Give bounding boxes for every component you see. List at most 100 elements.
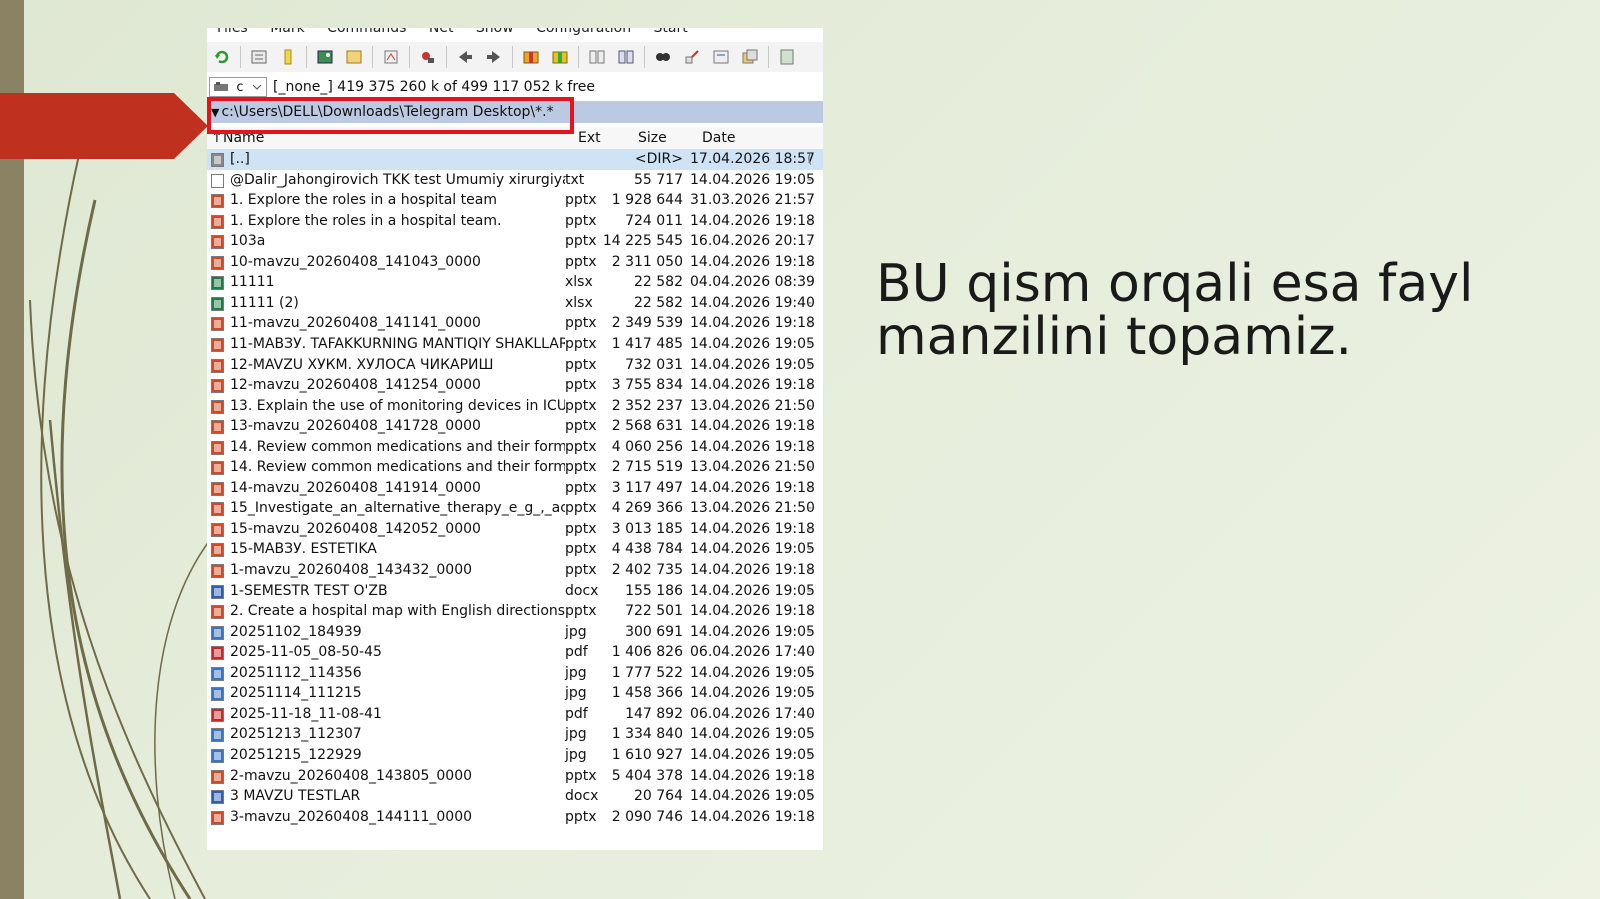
file-size: 14 225 545 xyxy=(602,233,683,250)
file-ext: pptx xyxy=(565,233,597,250)
file-row[interactable]: 14. Review common medications and their … xyxy=(207,437,823,458)
back-icon[interactable] xyxy=(454,46,476,68)
menu-start[interactable]: Start xyxy=(654,28,688,36)
archive-icon[interactable] xyxy=(520,46,542,68)
pptx-file-icon xyxy=(211,255,224,270)
file-name: 20251215_122929 xyxy=(230,746,362,763)
file-date: 17.04.2026 18:57 xyxy=(690,151,815,167)
file-row[interactable]: 2-mavzu_20260408_143805_0000 pptx 5 404 37… xyxy=(207,766,823,787)
file-row[interactable]: 103a pptx 14 225 545 16.04.2026 20:17- xyxy=(207,231,823,252)
file-row[interactable]: 1-SEMESTR TEST O'ZB docx 155 186 14.04.2026… xyxy=(207,581,823,602)
pptx-file-icon xyxy=(211,543,224,558)
file-row[interactable]: 1. Explore the roles in a hospital team.… xyxy=(207,211,823,232)
file-row[interactable]: 20251114_111215 jpg 1 458 366 14.04.2026 19… xyxy=(207,683,823,704)
menu-files[interactable]: Files xyxy=(217,28,248,36)
file-date: 06.04.2026 17:40 xyxy=(690,705,815,722)
pptx-file-icon xyxy=(211,235,224,250)
forward-icon[interactable] xyxy=(483,46,505,68)
pptx-file-icon xyxy=(211,605,224,620)
file-name: 1-mavzu_20260408_143432_0000 xyxy=(230,562,473,578)
column-ext[interactable]: Ext xyxy=(578,130,601,146)
search-icon[interactable] xyxy=(652,46,674,68)
file-ext: pptx xyxy=(565,438,597,455)
file-row[interactable]: 13. Explain the use of monitoring device… xyxy=(207,396,823,417)
unpack-icon[interactable] xyxy=(549,46,571,68)
refresh-icon[interactable] xyxy=(211,46,233,68)
menu-commands[interactable]: Commands xyxy=(327,28,406,36)
column-date[interactable]: Date xyxy=(702,130,735,146)
column-size[interactable]: Size xyxy=(638,130,667,146)
toolbar-separator xyxy=(409,46,410,68)
file-row[interactable]: 11-mavzu_20260408_141141_0000 pptx 2 349 5… xyxy=(207,313,823,334)
file-row[interactable]: 20251102_184939 jpg 300 691 14.04.2026 19:0… xyxy=(207,622,823,643)
file-date: 14.04.2026 19:18 xyxy=(690,603,815,620)
compare-dirs-icon[interactable] xyxy=(615,46,637,68)
copy-names-icon[interactable] xyxy=(739,46,761,68)
drive-select[interactable]: c xyxy=(209,77,267,97)
file-end: - xyxy=(807,685,813,702)
menu-mark[interactable]: Mark xyxy=(270,28,305,36)
ftp-icon[interactable] xyxy=(710,46,732,68)
notepad-icon[interactable] xyxy=(776,46,798,68)
multi-rename-icon[interactable] xyxy=(681,46,703,68)
file-size: 5 404 378 xyxy=(611,767,683,784)
file-row[interactable]: 15_Investigate_an_alternative_therapy_e_… xyxy=(207,498,823,519)
thumbnail-icon[interactable] xyxy=(314,46,336,68)
file-date: 14.04.2026 19:05 xyxy=(690,623,815,640)
pptx-file-icon xyxy=(211,420,224,435)
file-row[interactable]: 10-mavzu_20260408_141043_0000 pptx 2 311 0… xyxy=(207,252,823,273)
file-size: 3 755 834 xyxy=(611,377,683,394)
tree-icon[interactable] xyxy=(343,46,365,68)
file-ext: pptx xyxy=(565,500,597,517)
file-end: - xyxy=(807,356,813,373)
file-row[interactable]: @Dalir_Jahongirovich TKK test Umumiy xir… xyxy=(207,170,823,191)
file-row[interactable]: 12-MAVZU ХУКМ. ХУЛОСА ЧИКАРИШ pptx 732 031… xyxy=(207,355,823,376)
menu-net[interactable]: Net xyxy=(429,28,454,36)
file-row[interactable]: 15-МАВЗУ. ESTETIKA pptx 4 438 784 14.04.202… xyxy=(207,539,823,560)
file-name: 14-mavzu_20260408_141914_0000 xyxy=(230,479,481,496)
file-row[interactable]: 2025-11-05_08-50-45 pdf 1 406 826 06.04.202… xyxy=(207,642,823,663)
menu-show[interactable]: Show xyxy=(476,28,514,36)
file-row[interactable]: [..] <DIR> 17.04.2026 18:57( xyxy=(207,149,823,170)
file-row[interactable]: 11-МАВЗУ. TAFAKKURNING MANTIQIY SHAKLLAR… xyxy=(207,334,823,355)
file-end: - xyxy=(807,664,813,681)
file-ext: pptx xyxy=(565,541,597,558)
pptx-file-icon xyxy=(211,214,224,229)
file-row[interactable]: 3 MAVZU TESTLAR docx 20 764 14.04.2026 19:0… xyxy=(207,786,823,807)
file-row[interactable]: 14. Review common medications and their … xyxy=(207,457,823,478)
file-name: 15_Investigate_an_alternative_therapy_e_… xyxy=(230,500,565,517)
file-row[interactable]: 13-mavzu_20260408_141728_0000 pptx 2 568 6… xyxy=(207,416,823,437)
file-end: - xyxy=(807,377,813,394)
pack-icon[interactable] xyxy=(417,46,439,68)
brief-view-icon[interactable] xyxy=(248,46,270,68)
file-end: - xyxy=(807,582,813,599)
file-end: - xyxy=(807,274,813,291)
file-row[interactable]: 11111 (2) xlsx 22 582 14.04.2026 19:40- xyxy=(207,293,823,314)
toolbar-separator xyxy=(446,46,447,68)
file-row[interactable]: 2025-11-18_11-08-41 pdf 147 892 06.04.2026 … xyxy=(207,704,823,725)
detail-view-icon[interactable] xyxy=(277,46,299,68)
pptx-file-icon xyxy=(211,502,224,517)
pptx-file-icon xyxy=(211,440,224,455)
sync-icon[interactable] xyxy=(380,46,402,68)
file-row[interactable]: 12-mavzu_20260408_141254_0000 pptx 3 755 8… xyxy=(207,375,823,396)
file-name: 12-mavzu_20260408_141254_0000 xyxy=(230,377,481,394)
file-row[interactable]: 1-mavzu_20260408_143432_0000 pptx 2 402 73… xyxy=(207,560,823,581)
file-row[interactable]: 15-mavzu_20260408_142052_0000 pptx 3 013 1… xyxy=(207,519,823,540)
file-date: 14.04.2026 19:18 xyxy=(690,253,815,270)
file-name: 2025-11-05_08-50-45 xyxy=(230,644,382,661)
file-row[interactable]: 11111 xlsx 22 582 04.04.2026 08:39- xyxy=(207,272,823,293)
menu-configuration[interactable]: Configuration xyxy=(536,28,631,36)
file-date: 04.04.2026 08:39 xyxy=(690,274,815,291)
file-ext: jpg xyxy=(565,726,587,743)
file-row[interactable]: 3-mavzu_20260408_144111_0000 pptx 2 090 74… xyxy=(207,807,823,828)
compare-icon[interactable] xyxy=(586,46,608,68)
file-date: 14.04.2026 19:18 xyxy=(690,212,815,229)
file-row[interactable]: 14-mavzu_20260408_141914_0000 pptx 3 117 4… xyxy=(207,478,823,499)
file-row[interactable]: 1. Explore the roles in a hospital team p… xyxy=(207,190,823,211)
file-row[interactable]: 20251213_112307 jpg 1 334 840 14.04.2026 19… xyxy=(207,724,823,745)
file-row[interactable]: 20251112_114356 jpg 1 777 522 14.04.2026 19… xyxy=(207,663,823,684)
file-row[interactable]: 2. Create a hospital map with English di… xyxy=(207,601,823,622)
file-row[interactable]: 20251215_122929 jpg 1 610 927 14.04.2026 19… xyxy=(207,745,823,766)
file-size: <DIR> xyxy=(634,151,683,167)
